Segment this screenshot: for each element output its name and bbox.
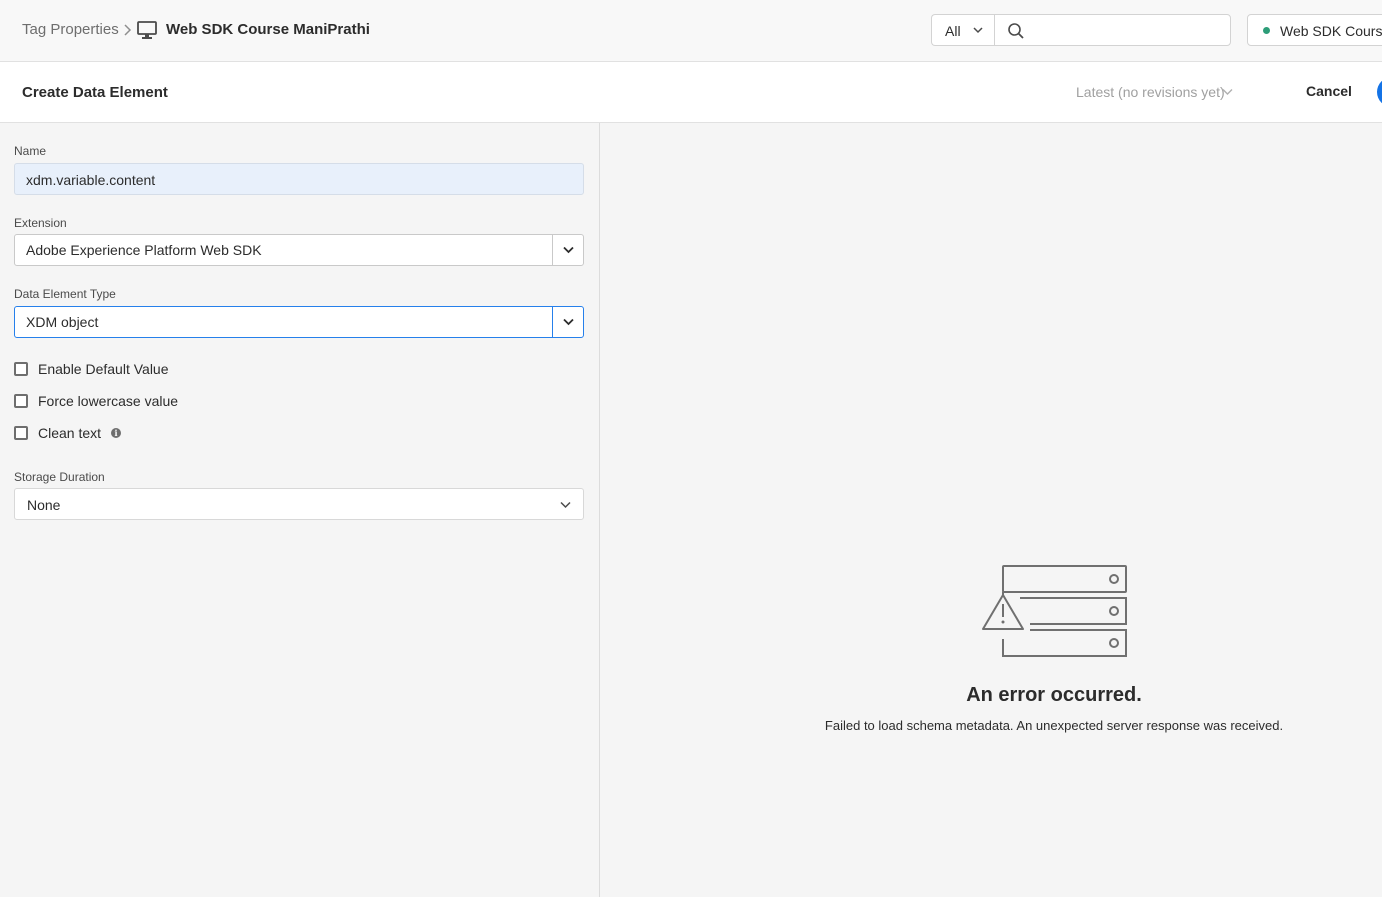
schema-preview-panel: An error occurred. Failed to load schema… [601,123,1382,897]
checkbox-label: Force lowercase value [38,393,179,409]
extension-select[interactable]: Adobe Experience Platform Web SDK [14,234,584,266]
checkbox-label: Enable Default Value [38,361,169,377]
info-icon[interactable]: i [111,428,121,438]
environment-label: Web SDK Course ManiPrathi [1280,23,1382,39]
error-message: Failed to load schema metadata. An unexp… [824,718,1284,733]
storage-duration-select[interactable]: None [14,488,584,520]
checkbox-label: Clean text [38,425,102,441]
server-warning-icon [982,565,1127,657]
search-icon [1008,23,1024,39]
name-label: Name [14,144,47,158]
data-element-form: Name xdm.variable.content Extension Adob… [0,123,600,897]
breadcrumb-tag-properties[interactable]: Tag Properties [22,21,119,38]
monitor-icon [137,21,157,39]
scope-filter-value: All [945,23,961,39]
clean-text-checkbox[interactable]: Clean text i [14,424,134,442]
checkbox-box[interactable] [14,362,28,376]
page-header: Create Data Element Latest (no revisions… [0,62,1382,123]
data-element-type-dropdown-button[interactable] [552,307,583,337]
revision-selector[interactable]: Latest (no revisions yet) [1076,84,1225,100]
storage-duration-value: None [27,497,61,513]
scope-filter-select[interactable]: All [931,14,995,46]
search-input[interactable] [1031,19,1221,41]
chevron-down-icon [973,27,983,34]
data-element-type-label: Data Element Type [14,287,116,301]
error-title: An error occurred. [966,684,1142,706]
breadcrumb-current-property: Web SDK Course ManiPrathi [166,21,370,38]
checkbox-box[interactable] [14,394,28,408]
data-element-type-value: XDM object [26,314,99,330]
name-value: xdm.variable.content [26,172,156,188]
chevron-down-icon [1222,89,1233,95]
save-button[interactable] [1377,77,1382,107]
chevron-down-icon [563,246,574,254]
cancel-button[interactable]: Cancel [1306,83,1352,99]
search-field[interactable] [994,14,1231,46]
top-bar: Tag Properties Web SDK Course ManiPrathi… [0,0,1382,62]
chevron-right-icon [124,24,132,36]
name-field[interactable]: xdm.variable.content [14,163,584,195]
extension-dropdown-button[interactable] [552,235,583,265]
page-title: Create Data Element [22,84,168,101]
environment-selector[interactable]: Web SDK Course ManiPrathi [1247,14,1382,46]
checkbox-box[interactable] [14,426,28,440]
storage-duration-label: Storage Duration [14,470,105,484]
data-element-type-select[interactable]: XDM object [14,306,584,338]
extension-label: Extension [14,216,67,230]
extension-value: Adobe Experience Platform Web SDK [26,242,262,258]
chevron-down-icon [560,501,571,509]
environment-status-dot [1263,27,1270,34]
chevron-down-icon [563,318,574,326]
